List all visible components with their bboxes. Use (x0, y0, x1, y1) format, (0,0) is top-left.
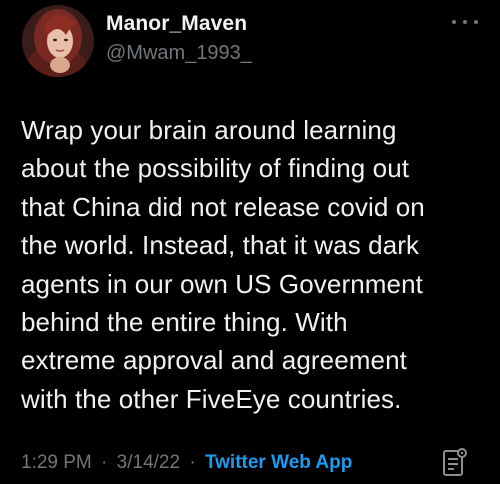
tweet-meta: 1:29 PM · 3/14/22 · Twitter Web App (21, 452, 352, 474)
tweet-date[interactable]: 3/14/22 (117, 452, 180, 473)
tweet-text-line: about the possibility of finding out (21, 153, 410, 184)
tweet-text: Wrap your brain around learning about th… (21, 111, 486, 418)
profile-photo-icon (22, 5, 94, 77)
tweet-time[interactable]: 1:29 PM (21, 452, 92, 473)
handle[interactable]: @Mwam_1993_ (106, 42, 252, 65)
tweet-text-line: behind the entire thing. With (21, 307, 348, 338)
more-dot (452, 20, 456, 24)
tweet-text-line: agents in our own US Government (21, 268, 423, 299)
tweet-text-line: Wrap your brain around learning (21, 115, 397, 145)
analytics-icon[interactable] (442, 447, 468, 477)
meta-separator: · (101, 452, 108, 473)
more-dot (474, 20, 478, 24)
tweet-text-line: the world. Instead, that it was dark (21, 230, 420, 261)
more-options-icon[interactable] (452, 14, 478, 30)
meta-separator: · (189, 452, 196, 473)
avatar[interactable] (22, 5, 94, 77)
display-name[interactable]: Manor_Maven (106, 12, 247, 36)
tweet-text-line: with the other FiveEye countries. (21, 383, 402, 414)
tweet-text-line: extreme approval and agreement (21, 345, 408, 376)
tweet-source-link[interactable]: Twitter Web App (205, 452, 352, 473)
more-dot (463, 20, 467, 24)
tweet-text-line: that China did not release covid on (21, 191, 425, 222)
tweet-card: Manor_Maven @Mwam_1993_ Wrap your brain … (0, 0, 500, 484)
